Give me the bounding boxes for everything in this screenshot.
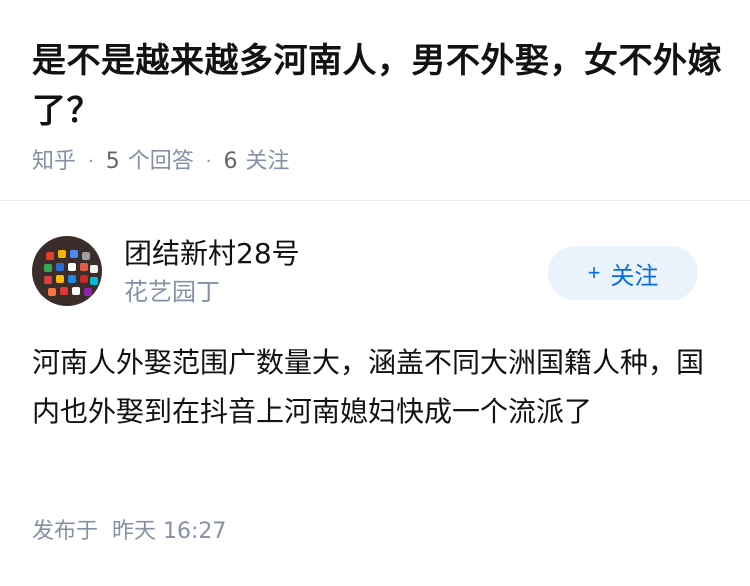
answer-timestamp: 发布于 昨天 16:27 bbox=[32, 516, 226, 548]
meta-separator: · bbox=[205, 151, 212, 172]
followers-count: 6 bbox=[223, 149, 238, 174]
section-divider bbox=[0, 200, 750, 201]
answer-content[interactable]: 河南人外娶范围广数量大，涵盖不同大洲国籍人种，国内也外娶到在抖音上河南媳妇快成一… bbox=[32, 338, 712, 436]
published-label: 发布于 bbox=[32, 519, 99, 544]
author-tagline: 花艺园丁 bbox=[124, 278, 220, 306]
published-time: 昨天 16:27 bbox=[112, 519, 227, 544]
source-label[interactable]: 知乎 bbox=[32, 146, 76, 178]
follow-button[interactable]: + 关注 bbox=[548, 246, 698, 300]
meta-separator: · bbox=[88, 151, 94, 172]
author-name[interactable]: 团结新村28号 bbox=[124, 236, 300, 272]
question-title[interactable]: 是不是越来越多河南人，男不外娶，女不外嫁了？ bbox=[32, 36, 722, 136]
question-header: 是不是越来越多河南人，男不外娶，女不外嫁了？ 知乎 · 5 个回答 · 6 关注 bbox=[32, 36, 722, 178]
answers-label[interactable]: 个回答 bbox=[128, 146, 194, 178]
avatar[interactable] bbox=[32, 236, 102, 306]
question-meta: 知乎 · 5 个回答 · 6 关注 bbox=[32, 146, 722, 178]
plus-icon: + bbox=[587, 260, 601, 285]
followers-label[interactable]: 关注 bbox=[246, 146, 290, 178]
author-row: 团结新村28号 花艺园丁 + 关注 bbox=[32, 236, 698, 306]
answers-count: 5 bbox=[105, 149, 120, 174]
follow-button-label: 关注 bbox=[610, 262, 659, 290]
